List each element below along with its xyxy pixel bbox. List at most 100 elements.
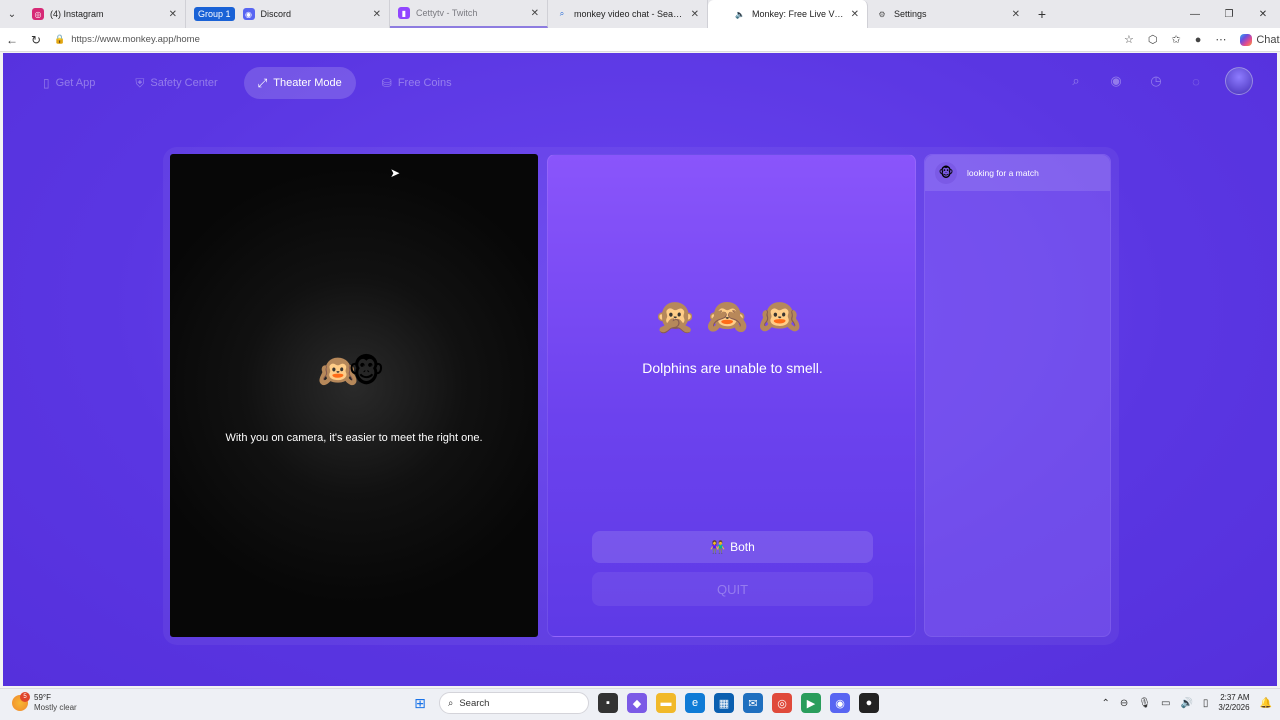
browser-toolbar: ☆ ⬡ ✩ ● ⋯ Chat <box>1124 33 1280 46</box>
app-taskbar-icon[interactable]: ● <box>859 693 879 713</box>
tab-instagram[interactable]: ◎ (4) Instagram ✕ <box>24 0 186 28</box>
tab-title: Settings <box>894 9 927 19</box>
safety-center-label: Safety Center <box>150 77 218 89</box>
match-panel: 🙊🙈🙉 Dolphins are unable to smell. 👫 Both… <box>547 154 916 637</box>
friends-icon[interactable]: ◉ <box>1105 70 1127 92</box>
discord-icon: ◉ <box>242 8 255 20</box>
show-hidden-icons[interactable]: ⌃ <box>1102 698 1110 709</box>
volume-icon[interactable]: 🔊 <box>1180 698 1192 709</box>
weather-widget[interactable]: 5 59°F Mostly clear <box>12 692 77 713</box>
site-info-icon[interactable]: 🔒 <box>54 34 65 45</box>
network-status-icon[interactable]: ⊖ <box>1120 698 1128 709</box>
chat-label: Chat <box>1256 33 1280 46</box>
close-tab-icon[interactable]: ✕ <box>851 9 859 20</box>
tab-title: Monkey: Free Live Video Chat <box>752 9 845 19</box>
get-app-label: Get App <box>55 77 96 89</box>
chrome-icon[interactable]: ◎ <box>772 693 792 713</box>
tab-title: monkey video chat - Search <box>574 9 685 19</box>
more-menu-icon[interactable]: ⋯ <box>1215 33 1226 46</box>
green-app-icon[interactable]: ▶ <box>801 693 821 713</box>
monkey-camera-illustration: 🙉🐵 <box>318 353 385 389</box>
window-controls: — ❐ ✕ <box>1178 0 1280 28</box>
theater-mode-label: Theater Mode <box>273 77 342 89</box>
battery-icon[interactable]: ▯ <box>1203 698 1209 709</box>
history-icon[interactable]: ◷ <box>1145 70 1167 92</box>
microphone-icon[interactable]: 🎙 <box>1138 698 1151 709</box>
favorite-star-icon[interactable]: ☆ <box>1124 33 1134 46</box>
clock-date: 3/2/2026 <box>1218 703 1250 712</box>
shield-icon: ⛨ <box>135 75 145 90</box>
close-tab-icon[interactable]: ✕ <box>531 8 539 19</box>
browser-tab-strip: ⌄ ◎ (4) Instagram ✕ Group 1 ◉ Discord ✕ … <box>0 0 1280 28</box>
outlook-icon[interactable]: ✉ <box>743 693 763 713</box>
three-monkeys-icon: 🙊🙈🙉 <box>653 298 811 336</box>
coins-icon: ⛁ <box>381 76 392 90</box>
task-view-icon[interactable]: ▪ <box>598 693 618 713</box>
tab-settings[interactable]: ⚙ Settings ✕ <box>868 0 1028 28</box>
taskbar-search-placeholder: Search <box>459 697 490 709</box>
extensions-icon[interactable]: ⬡ <box>1148 33 1158 46</box>
speaker-icon[interactable]: 🔈 <box>734 8 746 20</box>
close-window-icon[interactable]: ✕ <box>1246 0 1280 28</box>
edge-browser-icon[interactable]: e <box>685 693 705 713</box>
copilot-chat-button[interactable]: Chat <box>1240 33 1280 46</box>
monkey-icon: 🐵 <box>717 9 727 19</box>
tab-title: (4) Instagram <box>50 9 104 19</box>
refresh-icon[interactable]: ↻ <box>24 33 48 47</box>
tab-monkey[interactable]: 🐵 🔈 Monkey: Free Live Video Chat ✕ <box>708 0 868 28</box>
tab-twitch[interactable]: ▮ Cettytv - Twitch ✕ <box>390 0 548 28</box>
favorites-icon[interactable]: ✩ <box>1171 33 1180 46</box>
theater-mode-button[interactable]: ⤢ Theater Mode <box>243 67 356 99</box>
new-tab-icon[interactable]: + <box>1028 6 1056 22</box>
address-bar-row: ← ↻ 🔒 https://www.monkey.app/home ☆ ⬡ ✩ … <box>0 28 1280 52</box>
match-status-sidebar: 🐵 looking for a match <box>924 154 1111 637</box>
search-icon[interactable]: ⌕ <box>1065 70 1087 92</box>
restore-icon[interactable]: ❐ <box>1212 0 1246 28</box>
close-tab-icon[interactable]: ✕ <box>691 9 699 20</box>
gear-icon: ⚙ <box>878 9 886 19</box>
top-navigation: ▯ Get App ⛨ Safety Center ⤢ Theater Mode… <box>29 67 466 99</box>
tab-actions-menu-icon[interactable]: ⌄ <box>0 0 24 28</box>
messages-icon[interactable]: ◌ <box>1185 70 1207 92</box>
url-field[interactable]: 🔒 https://www.monkey.app/home <box>54 30 1124 50</box>
instagram-icon: ◎ <box>32 8 44 20</box>
mouse-cursor-icon: ➤ <box>390 166 401 180</box>
camera-message: With you on camera, it's easier to meet … <box>225 432 483 444</box>
tab-group-chip[interactable]: Group 1 <box>194 7 235 21</box>
close-tab-icon[interactable]: ✕ <box>1012 9 1020 20</box>
url-text: https://www.monkey.app/home <box>71 34 200 45</box>
free-coins-button[interactable]: ⛁ Free Coins <box>368 67 466 99</box>
tab-search[interactable]: ⌕ monkey video chat - Search ✕ <box>548 0 708 28</box>
camera-preview: ➤ 🙉🐵 With you on camera, it's easier to … <box>170 154 538 637</box>
back-icon[interactable]: ← <box>0 33 24 47</box>
display-icon[interactable]: ▭ <box>1161 698 1170 709</box>
close-tab-icon[interactable]: ✕ <box>373 9 381 20</box>
fun-fact-text: Dolphins are unable to smell. <box>642 360 823 376</box>
tab-discord[interactable]: Group 1 ◉ Discord ✕ <box>186 0 390 28</box>
search-icon: ⌕ <box>559 9 565 18</box>
quit-button[interactable]: QUIT <box>592 572 873 606</box>
gender-filter-label: Both <box>730 540 755 554</box>
get-app-button[interactable]: ▯ Get App <box>29 67 109 99</box>
expand-icon: ⤢ <box>257 75 268 90</box>
couple-icon: 👫 <box>710 540 726 554</box>
system-clock[interactable]: 2:37 AM 3/2/2026 <box>1218 693 1249 713</box>
profile-icon[interactable]: ● <box>1195 34 1202 46</box>
system-tray: ⌃ ⊖ 🎙 ▭ 🔊 ▯ 2:37 AM 3/2/2026 🔔 <box>1102 693 1273 713</box>
notifications-icon[interactable]: 🔔 <box>1260 698 1272 709</box>
safety-center-button[interactable]: ⛨ Safety Center <box>121 67 231 99</box>
discord-taskbar-icon[interactable]: ◉ <box>830 693 850 713</box>
taskbar-apps: ⊞ ⌕ Search ▪ ◆ ▬ e ▦ ✉ ◎ ▶ ◉ ● <box>410 692 879 714</box>
taskbar-search[interactable]: ⌕ Search <box>439 692 589 714</box>
copilot-app-icon[interactable]: ◆ <box>627 693 647 713</box>
gender-filter-button[interactable]: 👫 Both <box>592 531 873 563</box>
match-status-text: looking for a match <box>967 168 1039 178</box>
user-avatar[interactable] <box>1225 67 1253 95</box>
clock-time: 2:37 AM <box>1220 693 1250 702</box>
file-explorer-icon[interactable]: ▬ <box>656 693 676 713</box>
tab-title: Cettytv - Twitch <box>416 8 478 18</box>
windows-start-icon[interactable]: ⊞ <box>410 693 430 713</box>
minimize-icon[interactable]: — <box>1178 0 1212 28</box>
close-tab-icon[interactable]: ✕ <box>169 9 177 20</box>
microsoft-store-icon[interactable]: ▦ <box>714 693 734 713</box>
